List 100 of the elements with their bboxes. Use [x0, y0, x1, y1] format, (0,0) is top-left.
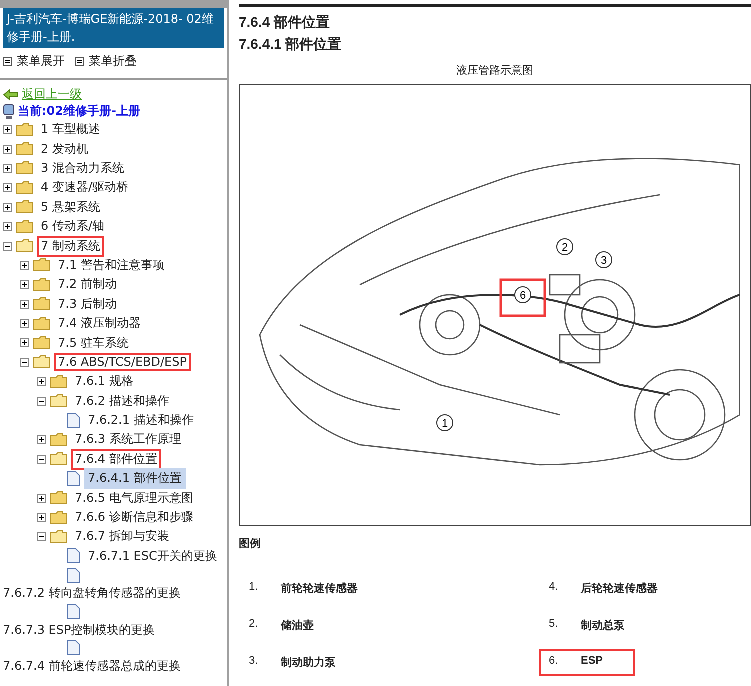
folder-icon — [50, 491, 68, 506]
callout-marker: 2 — [556, 238, 574, 256]
legend-text: 制动助力泵 — [281, 656, 336, 670]
tree-item[interactable]: 7.6.7 拆卸与安装 — [71, 526, 174, 548]
tree-item[interactable]: 7.6.4.1 部件位置 — [84, 468, 186, 490]
collapse-icon[interactable] — [37, 396, 47, 406]
sidebar-title: J-吉利汽车-博瑞GE新能源-2018- 02维修手册-上册. — [3, 8, 224, 48]
folder-icon — [50, 394, 68, 408]
legend-text: ESP — [581, 655, 604, 669]
tree-item[interactable]: 2 发动机 — [37, 138, 92, 160]
legend-number: 2. — [249, 618, 260, 632]
document-icon — [67, 604, 81, 620]
folder-icon — [16, 180, 34, 195]
expand-icon[interactable] — [37, 494, 47, 503]
document-icon — [67, 548, 81, 564]
expand-icon[interactable] — [37, 513, 47, 522]
legend-title: 图例 — [239, 537, 262, 551]
tree-item[interactable]: 7.6.6 诊断信息和步骤 — [71, 507, 198, 528]
computer-icon — [3, 104, 15, 120]
expand-icon[interactable] — [20, 319, 30, 328]
legend-number: 6. — [549, 655, 560, 669]
folder-icon — [50, 432, 68, 447]
collapse-icon[interactable] — [3, 242, 13, 251]
folder-icon — [16, 220, 34, 234]
expand-icon[interactable] — [20, 260, 30, 270]
document-icon — [67, 568, 81, 584]
tree-item[interactable]: 7.6.2.1 描述和操作 — [84, 410, 198, 432]
tree-item[interactable]: 7.1 警告和注意事项 — [54, 254, 169, 276]
folder-icon — [33, 297, 51, 312]
figure-caption: 液压管路示意图 — [456, 64, 534, 78]
subsection-heading: 7.6.4.1 部件位置 — [239, 35, 343, 54]
tree-item[interactable]: 7.2 前制动 — [54, 274, 121, 296]
expand-icon[interactable] — [20, 300, 30, 309]
folder-icon — [33, 258, 51, 272]
folder-icon — [50, 530, 68, 544]
folder-icon — [33, 336, 51, 350]
folder-icon — [33, 355, 51, 370]
expand-icon[interactable] — [3, 183, 13, 192]
tree-item[interactable]: 7.6.7.1 ESC开关的更换 — [84, 546, 222, 567]
back-arrow-icon — [3, 88, 19, 100]
folder-icon — [50, 452, 68, 466]
document-icon — [67, 470, 81, 487]
legend-number: 1. — [249, 581, 260, 595]
tree-item[interactable]: 7.6.7.2 转向盘转角传感器的更换 — [0, 584, 185, 602]
legend-text: 后轮轮速传感器 — [581, 582, 658, 596]
section-heading: 7.6.4 部件位置 — [239, 13, 332, 32]
current-location: 当前:02维修手册-上册 — [18, 103, 140, 120]
tree-item[interactable]: 7.6.2 描述和操作 — [71, 390, 174, 412]
tree-item[interactable]: 1 车型概述 — [37, 119, 104, 140]
tree-item[interactable]: 7.3 后制动 — [54, 294, 121, 315]
expand-icon[interactable] — [37, 377, 47, 386]
legend-text: 制动总泵 — [581, 618, 625, 633]
legend-number: 5. — [549, 618, 560, 632]
folder-icon — [16, 161, 34, 176]
folder-icon — [16, 122, 34, 137]
document-icon — [67, 412, 81, 429]
expand-icon[interactable] — [3, 125, 13, 134]
tree-item[interactable]: 4 变速器/驱动桥 — [37, 177, 132, 198]
collapse-icon[interactable] — [20, 358, 30, 367]
callout-marker: 3 — [596, 252, 612, 268]
folder-icon — [33, 278, 51, 292]
expand-icon[interactable] — [3, 202, 13, 212]
folder-icon — [16, 239, 34, 254]
folder-icon — [16, 200, 34, 214]
menu-action-link[interactable]: 菜单展开 — [17, 53, 65, 70]
tree-item[interactable]: 7.6.7.4 前轮速传感器总成的更换 — [0, 657, 185, 676]
tree-item[interactable]: 3 混合动力系统 — [37, 158, 128, 179]
legend-number: 4. — [549, 581, 560, 595]
expand-icon[interactable] — [20, 338, 30, 348]
tree-item[interactable]: 7.6.1 规格 — [71, 371, 138, 392]
folder-icon — [50, 510, 68, 524]
menu-icon — [3, 57, 12, 66]
tree-item[interactable]: 7.5 驻车系统 — [54, 332, 133, 354]
tree-item[interactable]: 6 传动系/轴 — [37, 216, 108, 238]
callout-marker: 1 — [436, 414, 454, 432]
tree-item[interactable]: 5 悬架系统 — [37, 196, 104, 218]
tree-item[interactable]: 7.4 液压制动器 — [54, 313, 145, 334]
back-link[interactable]: 返回上一级 — [22, 86, 82, 103]
legend-text: 储油壶 — [281, 618, 314, 633]
expand-icon[interactable] — [37, 435, 47, 444]
legend-number: 3. — [249, 655, 260, 669]
collapse-icon[interactable] — [37, 454, 47, 464]
expand-icon[interactable] — [3, 164, 13, 173]
tree-item[interactable]: 7.6.5 电气原理示意图 — [71, 488, 198, 509]
folder-icon — [16, 142, 34, 156]
callout-marker: 6 — [500, 278, 546, 318]
tree-item[interactable]: 7.6 ABS/TCS/EBD/ESP — [54, 353, 191, 372]
collapse-icon[interactable] — [37, 532, 47, 542]
folder-icon — [33, 316, 51, 331]
tree-item[interactable]: 7.6.7.3 ESP控制模块的更换 — [0, 620, 160, 639]
tree-item[interactable]: 7.6.3 系统工作原理 — [71, 429, 186, 450]
expand-icon[interactable] — [3, 222, 13, 232]
legend-text: 前轮轮速传感器 — [281, 582, 358, 596]
menu-action-link[interactable]: 菜单折叠 — [89, 53, 137, 70]
tree-item[interactable]: 7 制动系统 — [37, 236, 104, 257]
folder-icon — [50, 374, 68, 389]
expand-icon[interactable] — [3, 144, 13, 154]
menu-icon — [75, 57, 84, 66]
expand-icon[interactable] — [20, 280, 30, 290]
document-icon — [67, 640, 81, 656]
